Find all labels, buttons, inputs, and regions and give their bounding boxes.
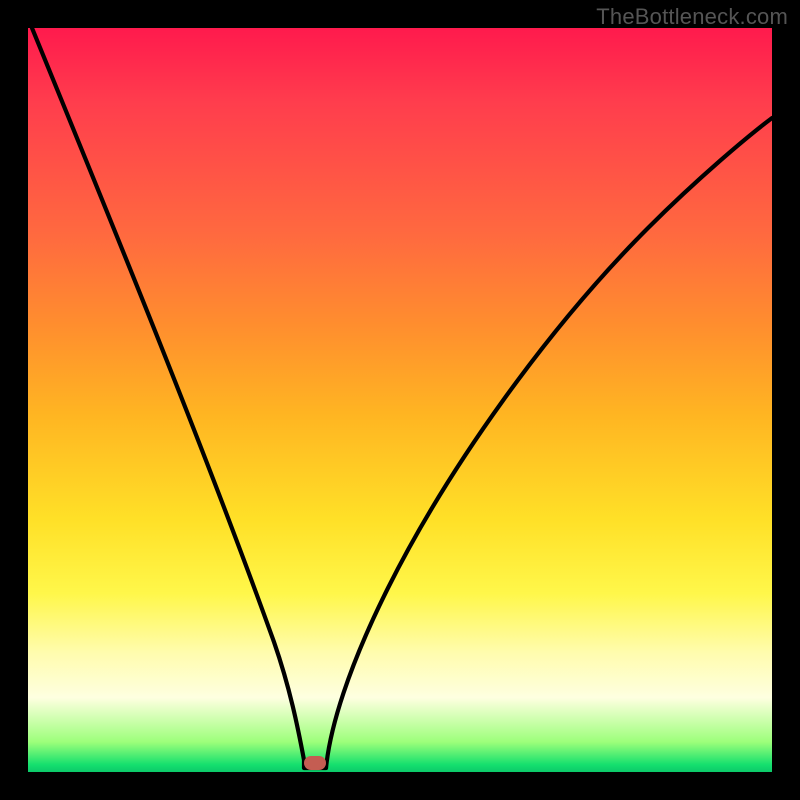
- watermark-text: TheBottleneck.com: [596, 4, 788, 30]
- optimal-marker: [304, 756, 326, 770]
- chart-frame: TheBottleneck.com: [0, 0, 800, 800]
- plot-area: [28, 28, 772, 772]
- bottleneck-curve: [28, 28, 772, 772]
